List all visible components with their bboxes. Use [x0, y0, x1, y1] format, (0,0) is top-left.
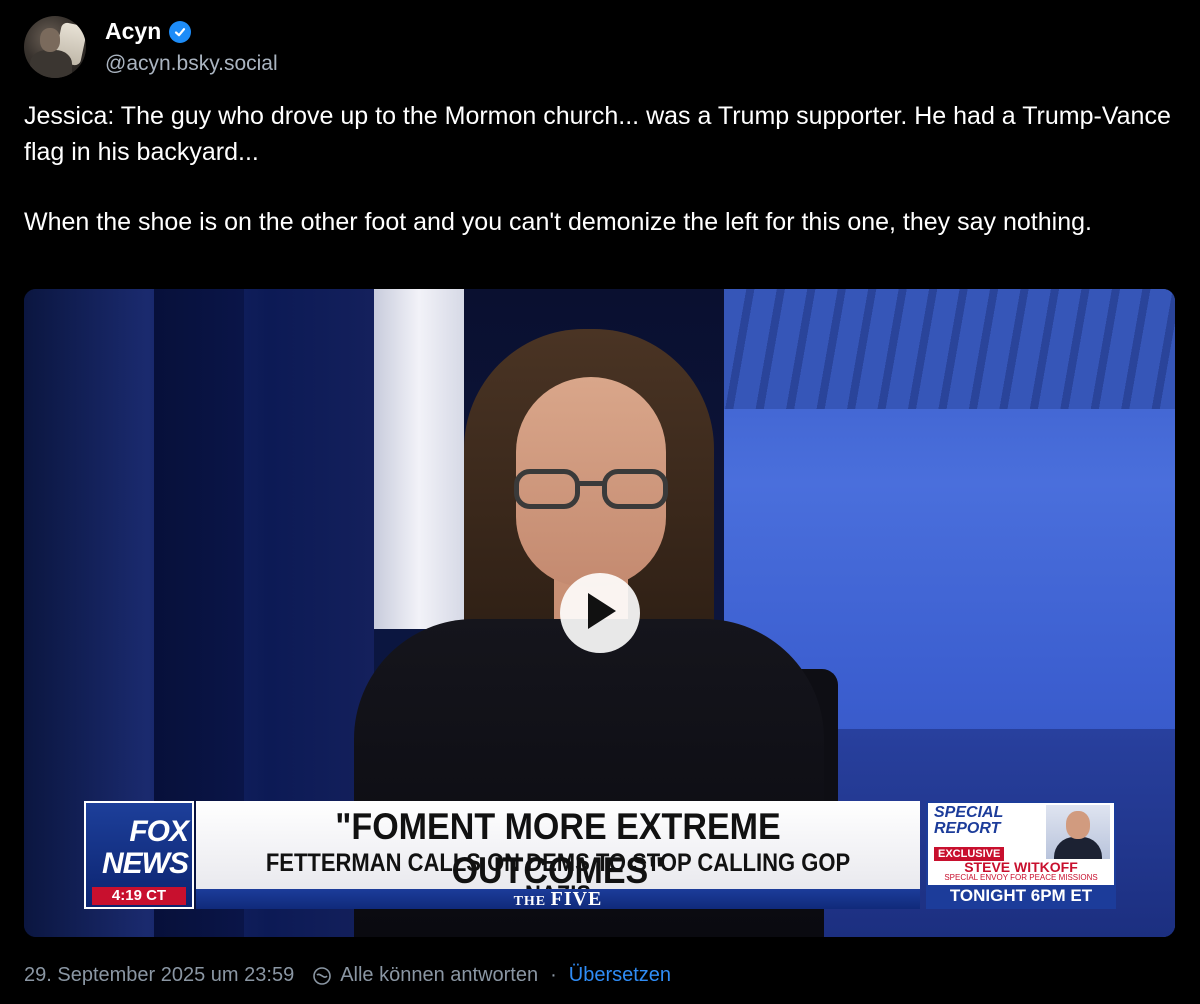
author-display-name-row: Acyn [105, 18, 192, 45]
fox-news-logo: FOX NEWS 4:19 CT [84, 801, 194, 909]
post-paragraph: When the shoe is on the other foot and y… [24, 208, 1092, 236]
broadcast-time: 4:19 CT [92, 887, 186, 905]
post-footer: 29. September 2025 um 23:59 Alle können … [24, 964, 671, 987]
author-avatar[interactable] [24, 16, 86, 78]
post-text: Jessica: The guy who drove up to the Mor… [24, 98, 1184, 240]
post-timestamp[interactable]: 29. September 2025 um 23:59 [24, 964, 294, 987]
translate-link[interactable]: Übersetzen [569, 964, 671, 987]
author-handle[interactable]: @acyn.bsky.social [105, 52, 278, 76]
play-icon [582, 591, 618, 636]
news-chyron: FOX NEWS 4:19 CT "FOMENT MORE EXTREME OU… [84, 801, 1116, 909]
show-name: FIVE [550, 888, 603, 910]
glasses [514, 469, 670, 511]
guest-photo [1046, 805, 1110, 859]
special-report-promo: SPECIAL REPORT EXCLUSIVE STEVE WITKOFF S… [926, 801, 1116, 909]
chyron-headline-box: "FOMENT MORE EXTREME OUTCOMES" FETTERMAN… [196, 801, 920, 909]
verified-check-icon[interactable] [169, 20, 192, 43]
reply-settings-icon [312, 966, 332, 986]
reply-setting-label: Alle können antworten [340, 964, 539, 986]
author-display-name[interactable]: Acyn [105, 18, 161, 45]
show-name-bar: THE FIVE [196, 889, 920, 909]
post-paragraph: Jessica: The guy who drove up to the Mor… [24, 102, 1171, 166]
play-button[interactable] [560, 573, 640, 653]
separator: · [550, 964, 557, 986]
video-player[interactable]: FOX NEWS 4:19 CT "FOMENT MORE EXTREME OU… [24, 289, 1175, 937]
